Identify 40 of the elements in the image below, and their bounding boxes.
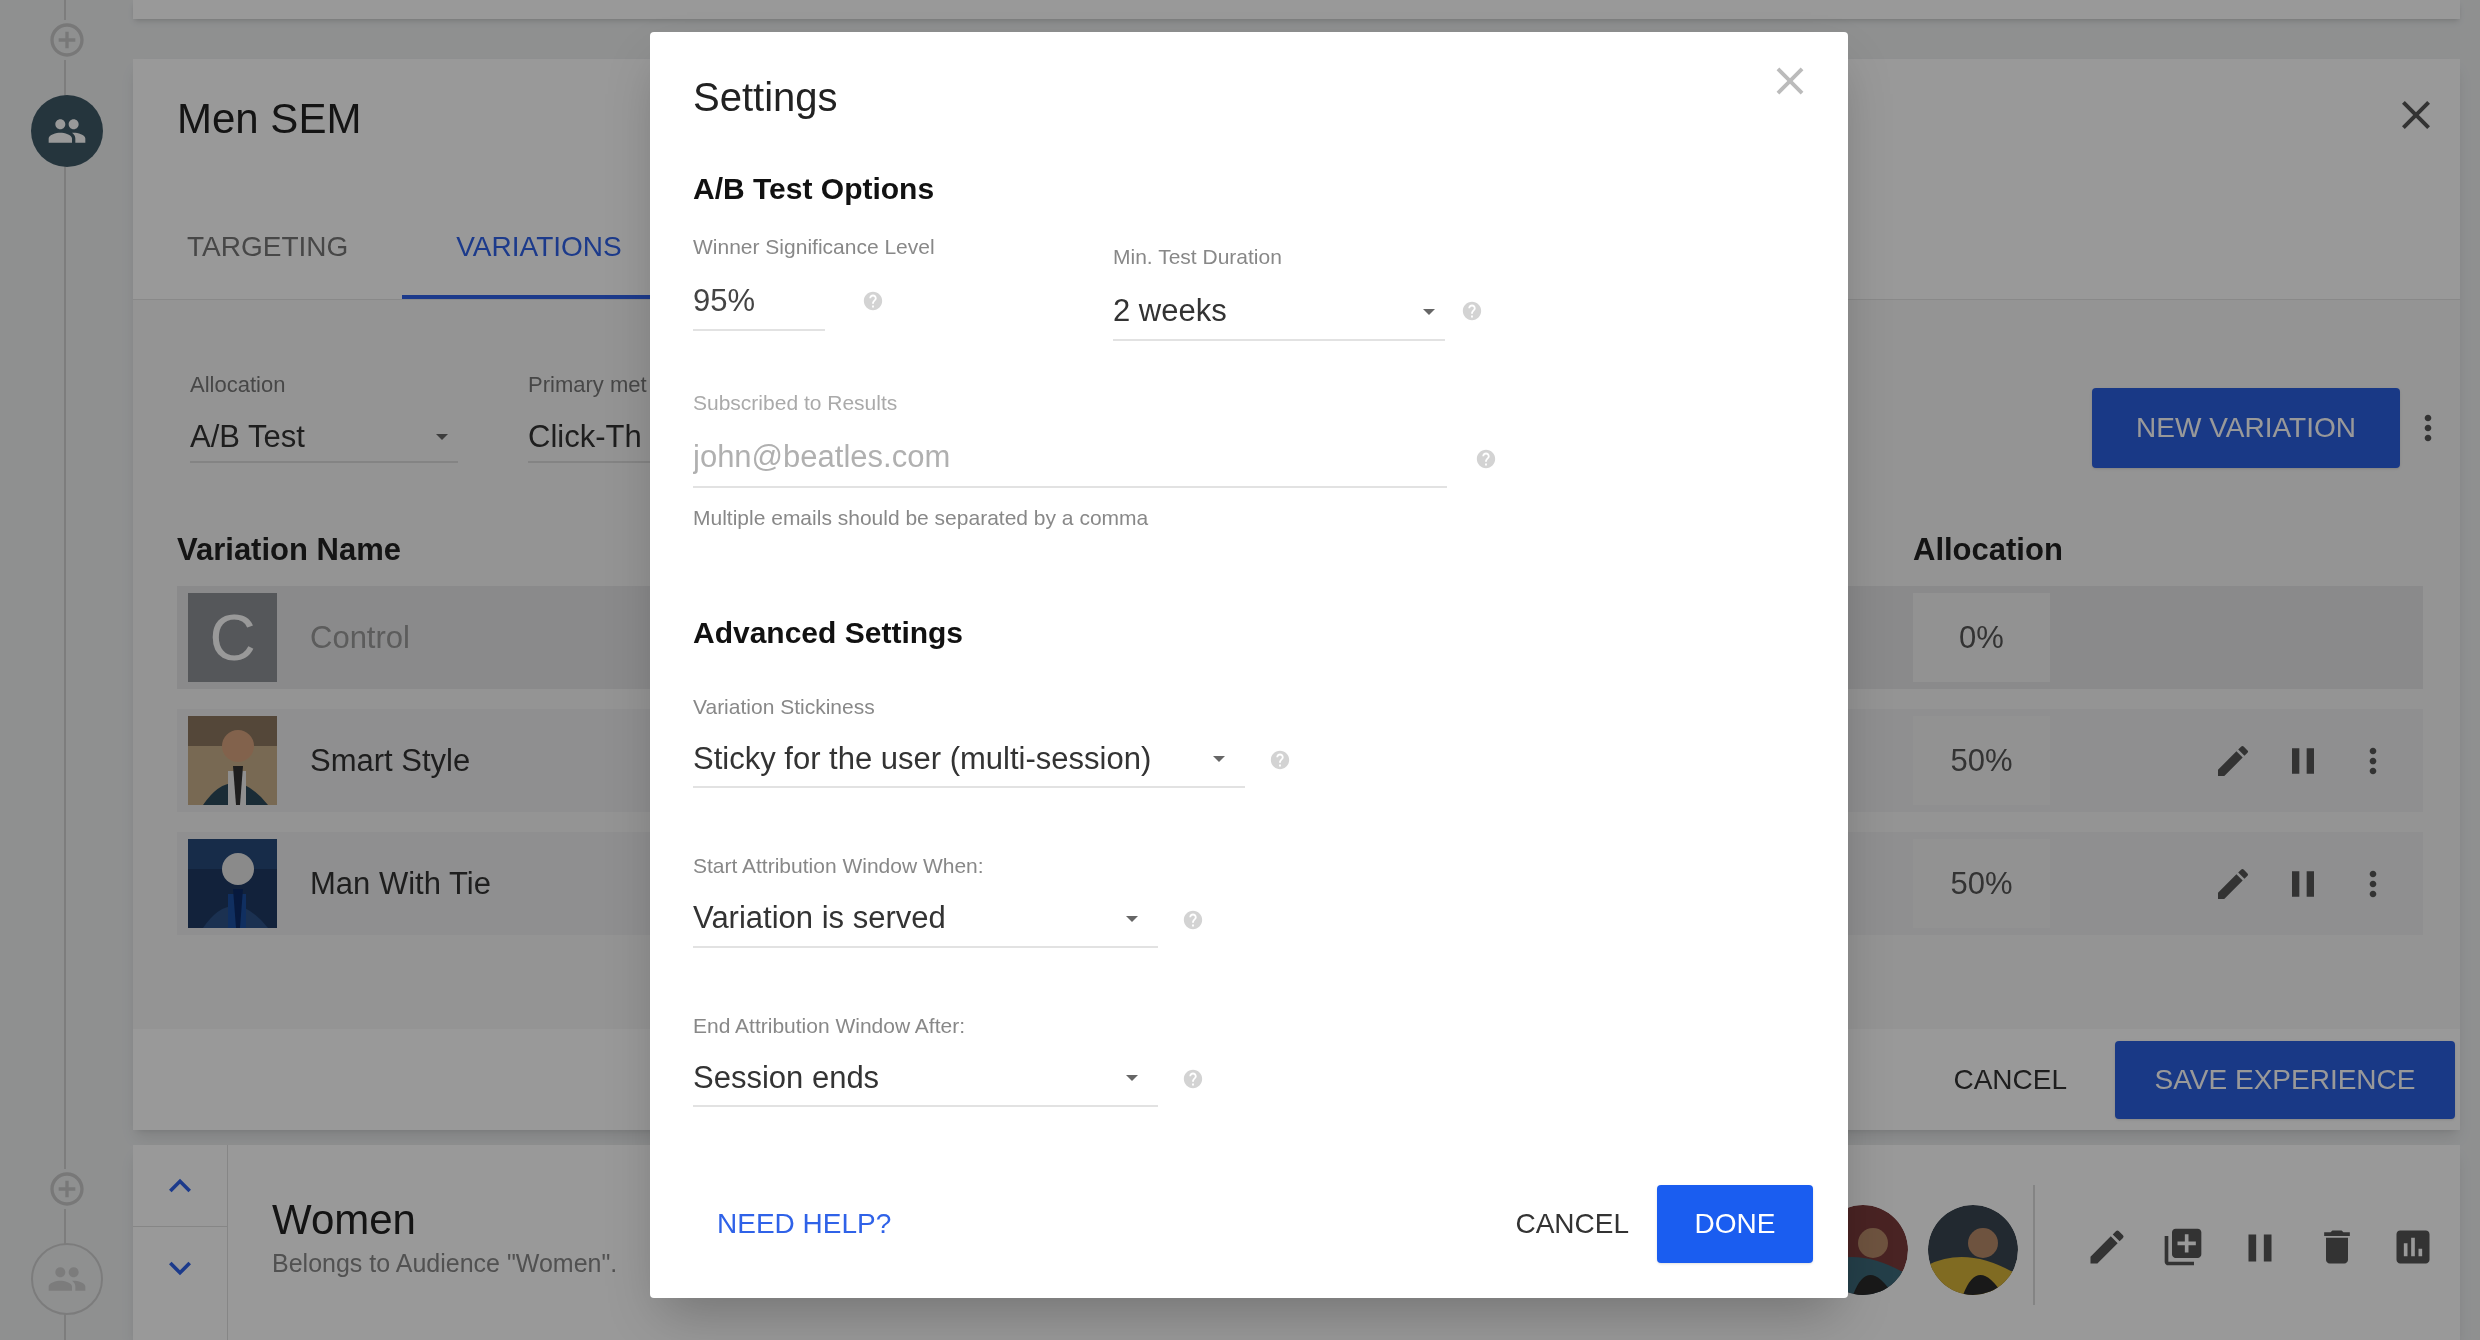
column-header: Variation Name bbox=[177, 531, 402, 570]
field-label: Min. Test Duration bbox=[1113, 244, 1283, 270]
dropdown-select[interactable]: Variation is served bbox=[693, 891, 1158, 948]
caret-icon bbox=[436, 434, 448, 441]
email-field[interactable]: john@beatles.com bbox=[693, 428, 1447, 488]
field-label: Start Attribution Window When: bbox=[693, 853, 985, 879]
field-label: Winner Significance Level bbox=[693, 234, 936, 260]
variation-name: Man With Tie bbox=[310, 864, 491, 903]
experience-title: Women bbox=[272, 1195, 416, 1246]
significance-field[interactable]: 95% bbox=[693, 274, 825, 331]
allocation-select[interactable]: A/B Test bbox=[190, 413, 458, 464]
help-link[interactable]: NEED HELP? bbox=[717, 1203, 892, 1245]
caret-icon bbox=[1423, 308, 1435, 315]
caret-icon bbox=[1126, 915, 1138, 922]
experience-subtitle: Belongs to Audience "Women". bbox=[272, 1248, 618, 1280]
new-variation-button[interactable]: NEW VARIATION bbox=[2092, 388, 2400, 469]
done-button[interactable]: DONE bbox=[1657, 1185, 1813, 1263]
dropdown-select[interactable]: Sticky for the user (multi-session) bbox=[693, 732, 1245, 788]
dialog-title: Settings bbox=[693, 74, 838, 121]
allocation-value: 0% bbox=[1913, 593, 2050, 683]
field-hint: Multiple emails should be separated by a comma bbox=[693, 505, 1150, 531]
field-label: Allocation bbox=[190, 371, 287, 400]
save-experience-button[interactable]: SAVE EXPERIENCE bbox=[2115, 1040, 2455, 1119]
experience-title: Men SEM bbox=[177, 94, 362, 145]
field-label: End Attribution Window After: bbox=[693, 1012, 966, 1039]
tab[interactable]: TARGETING bbox=[133, 199, 403, 300]
field-label: Primary met bbox=[528, 371, 648, 400]
letter-thumbnail: C bbox=[188, 593, 277, 683]
duration-select[interactable]: 2 weeks bbox=[1113, 284, 1445, 341]
section-heading: Advanced Settings bbox=[693, 614, 965, 651]
caret-icon bbox=[1126, 1075, 1138, 1081]
field-label: Subscribed to Results bbox=[693, 389, 899, 416]
section-heading: A/B Test Options bbox=[693, 171, 936, 207]
cancel-button[interactable]: CANCEL bbox=[1945, 1048, 2075, 1111]
cancel-button[interactable]: CANCEL bbox=[1505, 1193, 1639, 1255]
caret-icon bbox=[1213, 756, 1225, 762]
dropdown-select[interactable]: Session ends bbox=[693, 1051, 1158, 1107]
variation-name: Smart Style bbox=[310, 741, 471, 780]
column-header: Allocation bbox=[1913, 531, 2063, 570]
field-label: Variation Stickiness bbox=[693, 693, 876, 720]
